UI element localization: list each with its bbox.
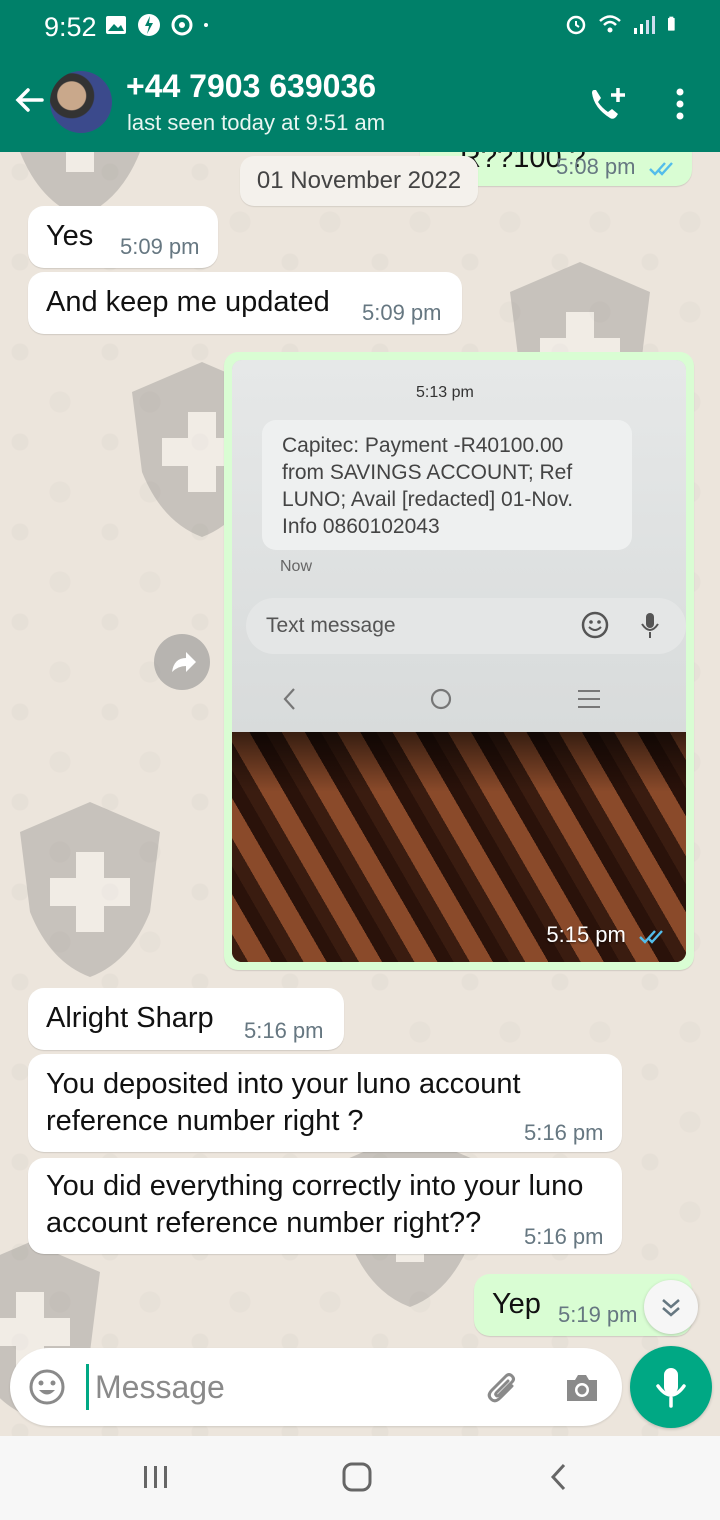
photo-sms-text: Capitec: Payment -R40100.00 from SAVINGS… [282,432,622,540]
photo-mic-icon [641,613,659,638]
message-composer [10,1348,622,1426]
message-line: account reference number right?? [46,1207,482,1239]
photo-shadow [232,732,686,792]
message-time: 5:09 pm [362,300,442,325]
camera-icon[interactable] [562,1368,602,1408]
message-bubble-incoming[interactable]: Yes 5:09 pm [28,206,218,268]
photo-phone-screen: 5:13 pm Capitec: Payment -R40100.00 from… [232,360,686,732]
voice-message-button[interactable] [630,1346,712,1428]
photo-sms-line: Capitec: Payment -R40100.00 [282,434,564,457]
message-text: Yep [492,1288,541,1320]
photo-sms-time: 5:13 pm [416,384,474,401]
message-time: 5:08 pm [556,154,678,180]
message-line: You did everything correctly into your l… [46,1170,584,1202]
message-time: 5:19 pm [558,1302,638,1327]
message-time: 5:16 pm [524,1224,604,1249]
message-line: reference number right ? [46,1105,364,1137]
system-status-icons [564,12,682,36]
scroll-to-bottom-button[interactable] [644,1280,698,1334]
message-text: Alright Sharp [46,1002,214,1034]
attach-icon[interactable] [484,1368,524,1408]
photo-emoji-icon [581,611,609,639]
sync-icon [171,14,193,36]
chat-header: 9:52 +44 7903 639036 last seen today at … [0,0,720,152]
photo-sms-input-placeholder: Text message [266,614,396,637]
home-icon[interactable] [340,1460,374,1494]
message-line: You deposited into your luno account [46,1068,521,1100]
message-time: 5:16 pm [524,1120,604,1145]
recent-apps-icon[interactable] [140,1460,172,1494]
mic-icon [656,1368,686,1408]
forward-icon [172,652,196,672]
photo-sms-input: Text message [246,598,686,654]
read-ticks-icon [648,162,673,176]
forward-button[interactable] [154,634,210,690]
dot-icon [204,23,208,27]
message-time: 5:15 pm [546,922,668,948]
message-input[interactable] [86,1364,466,1410]
photo-nav-recent-icon [578,690,600,708]
power-icon [138,14,160,36]
message-bubble-incoming[interactable]: You did everything correctly into your l… [28,1158,622,1254]
image-message[interactable]: 5:13 pm Capitec: Payment -R40100.00 from… [224,352,694,970]
message-text: Yes [46,220,94,252]
gallery-icon [106,16,126,34]
photo-sms-line: from SAVINGS ACCOUNT; Ref [282,461,573,484]
system-nav-bar [0,1436,720,1520]
more-vert-icon[interactable] [668,86,692,122]
date-chip: 01 November 2022 [240,156,478,206]
photo-nav-home-icon [430,688,452,710]
contact-last-seen: last seen today at 9:51 am [127,110,386,135]
photo-sms-line: Info 0860102043 [282,515,440,538]
message-bubble-incoming[interactable]: And keep me updated 5:09 pm [28,272,462,334]
photo-nav-back-icon [283,688,295,710]
status-time: 9:52 [44,12,97,42]
wifi-icon [599,15,621,33]
add-call-icon[interactable] [586,84,630,124]
watermark-shield-icon [20,802,160,977]
scroll-down-icon [662,1299,680,1317]
message-time: 5:09 pm [120,234,200,259]
nav-back-icon[interactable] [544,1460,574,1494]
read-ticks-icon [639,930,663,944]
photo-nav-bar [232,670,686,726]
notification-icons [104,13,215,37]
contact-avatar[interactable] [50,71,112,133]
signal-icon [634,16,655,34]
battery-icon [668,16,675,31]
emoji-icon[interactable] [28,1368,66,1406]
photo-sms-line: LUNO; Avail [redacted] 01-Nov. [282,488,574,511]
status-bar: 9:52 [0,0,720,54]
photo-sms-now: Now [280,558,313,575]
message-text: You deposited into your luno account ref… [46,1066,521,1140]
message-time: 5:16 pm [244,1018,324,1043]
photo-sms-card: Capitec: Payment -R40100.00 from SAVINGS… [262,420,632,550]
attached-photo[interactable]: 5:13 pm Capitec: Payment -R40100.00 from… [232,360,686,962]
message-text: And keep me updated [46,286,330,318]
message-text: You did everything correctly into your l… [46,1168,583,1242]
back-arrow-icon[interactable] [12,82,48,118]
contact-name[interactable]: +44 7903 639036 [126,68,376,105]
alarm-icon [566,15,586,35]
message-bubble-incoming[interactable]: You deposited into your luno account ref… [28,1054,622,1152]
message-bubble-incoming[interactable]: Alright Sharp 5:16 pm [28,988,344,1050]
